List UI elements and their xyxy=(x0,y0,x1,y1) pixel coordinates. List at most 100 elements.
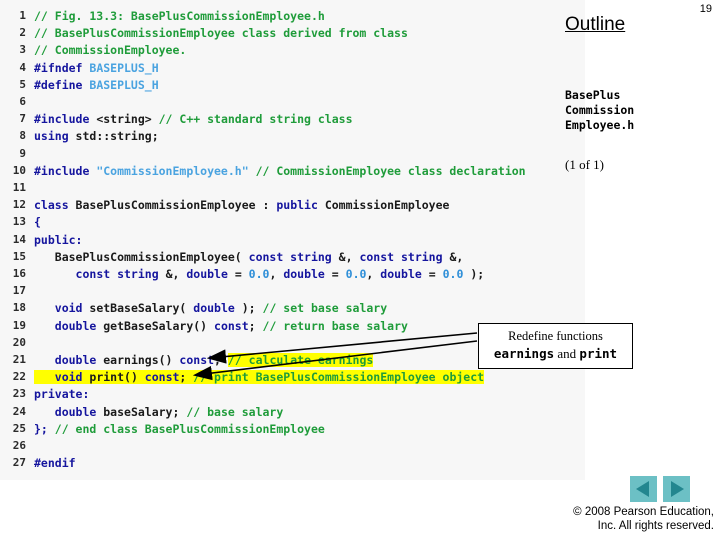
code-line-number: 15 xyxy=(12,249,26,263)
code-token: BasePlusCommissionEmployee : xyxy=(75,198,277,213)
code-token: #include xyxy=(34,163,97,178)
code-line: 8 using std::string; xyxy=(0,127,585,145)
code-token: #include xyxy=(34,112,97,127)
code-token: double xyxy=(380,267,429,281)
code-line-text: double getBaseSalary() const; // return … xyxy=(34,317,408,335)
copyright-notice: © 2008 Pearson Education, Inc. All right… xyxy=(514,505,714,533)
code-line: 24 double baseSalary; // base salary xyxy=(0,403,585,421)
code-line-text: #ifndef BASEPLUS_H xyxy=(34,59,159,77)
code-token: // Fig. 13.3: BasePlusCommissionEmployee… xyxy=(34,9,325,23)
code-token: ); xyxy=(241,301,263,316)
code-token: &, xyxy=(338,249,360,264)
callout-function-print: print xyxy=(579,346,618,361)
code-line: 7 #include <string> // C++ standard strin… xyxy=(0,110,585,128)
code-token: = xyxy=(234,267,249,281)
code-line-text: class BasePlusCommissionEmployee : publi… xyxy=(34,196,449,214)
code-line-text: #include "CommissionEmployee.h" // Commi… xyxy=(34,162,526,180)
code-line-number: 27 xyxy=(12,456,26,470)
code-line-number: 7 xyxy=(19,112,26,126)
code-line-number: 3 xyxy=(19,43,26,57)
outline-filename: BasePlus Commission Employee.h xyxy=(565,88,715,133)
code-line-number: 10 xyxy=(12,163,26,177)
code-line-text: private: xyxy=(34,385,89,403)
code-token: const string xyxy=(248,249,339,264)
code-line-text: void print() const; // print BasePlusCom… xyxy=(34,368,485,386)
code-token: BASEPLUS_H xyxy=(89,60,159,75)
code-line-number: 2 xyxy=(19,26,26,40)
code-token: const xyxy=(144,370,180,385)
outline-page-count: (1 of 1) xyxy=(565,157,604,172)
callout-line-2: earnings and print xyxy=(479,346,632,362)
code-line: 16 const string &, double = 0.0, double … xyxy=(0,265,585,283)
code-line-number: 25 xyxy=(12,421,26,435)
code-line: 9 xyxy=(0,145,585,163)
code-token: "CommissionEmployee.h" xyxy=(96,163,249,178)
code-token: getBaseSalary() xyxy=(103,318,215,333)
next-slide-button[interactable] xyxy=(663,476,690,502)
outline-filename-line-1: BasePlus xyxy=(565,88,621,102)
callout-function-earnings: earnings xyxy=(493,346,555,361)
code-token: // CommissionEmployee class declaration xyxy=(248,163,526,178)
code-token: double xyxy=(54,404,104,419)
code-line-text: double earnings() const; // calculate ea… xyxy=(34,351,374,369)
code-token: #define xyxy=(34,77,90,92)
code-token: double xyxy=(54,318,104,333)
code-token: // base salary xyxy=(186,404,284,419)
code-line: 12 class BasePlusCommissionEmployee : pub… xyxy=(0,196,585,214)
code-line-number: 5 xyxy=(19,77,26,91)
page-title-outline: Outline xyxy=(565,14,626,35)
code-token: &, xyxy=(449,249,464,264)
code-line-text: #endif xyxy=(34,454,76,472)
code-line: 27 #endif xyxy=(0,454,585,472)
code-token: double xyxy=(283,267,332,281)
code-token: = xyxy=(331,267,346,281)
previous-slide-button[interactable] xyxy=(630,476,657,502)
code-line-number: 8 xyxy=(19,129,26,143)
code-token: // print BasePlusCommissionEmployee obje… xyxy=(193,370,485,385)
code-token: void xyxy=(54,301,90,316)
code-token: double xyxy=(193,301,242,316)
code-token: double xyxy=(54,353,104,367)
code-token: ; xyxy=(248,318,263,333)
code-token: BASEPLUS_H xyxy=(89,77,159,92)
copyright-line-1: © 2008 Pearson Education, xyxy=(573,506,714,518)
code-token: , xyxy=(269,267,284,281)
code-token: // calculate earnings xyxy=(227,353,374,367)
code-line-text: // Fig. 13.3: BasePlusCommissionEmployee… xyxy=(34,7,325,25)
code-token: }; xyxy=(34,421,55,436)
code-line-number: 18 xyxy=(12,301,26,315)
code-token: earnings() xyxy=(103,353,180,367)
code-token: class xyxy=(34,198,76,213)
code-token: 0.0 xyxy=(345,267,367,281)
code-line: 13 { xyxy=(0,213,585,231)
code-line-number: 12 xyxy=(12,198,26,212)
code-listing-panel: 1 // Fig. 13.3: BasePlusCommissionEmploye… xyxy=(0,0,585,480)
code-line-number: 22 xyxy=(12,370,26,384)
page-number: 19 xyxy=(699,3,712,15)
code-line-text: #define BASEPLUS_H xyxy=(34,76,159,94)
code-line-number: 13 xyxy=(12,215,26,229)
code-token: = xyxy=(428,267,443,281)
code-token: baseSalary; xyxy=(103,404,187,419)
code-line: 23 private: xyxy=(0,385,585,403)
code-token: using xyxy=(34,129,76,144)
outline-filename-line-3: Employee.h xyxy=(565,118,635,132)
code-line: 6 xyxy=(0,93,585,111)
code-line-text: #include <string> // C++ standard string… xyxy=(34,110,353,128)
code-token: // return base salary xyxy=(262,318,408,333)
code-token: // end class BasePlusCommissionEmployee xyxy=(54,421,325,436)
code-line-text: // BasePlusCommissionEmployee class deri… xyxy=(34,24,408,42)
code-token: // CommissionEmployee. xyxy=(34,43,187,58)
code-token: ; xyxy=(214,353,228,367)
code-line: 11 xyxy=(0,179,585,197)
code-line: 26 xyxy=(0,437,585,455)
code-token: const string xyxy=(359,249,450,264)
triangle-right-icon xyxy=(671,481,684,497)
code-line-text: }; // end class BasePlusCommissionEmploy… xyxy=(34,420,325,438)
code-line: 10 #include "CommissionEmployee.h" // Com… xyxy=(0,162,585,180)
code-line: 5 #define BASEPLUS_H xyxy=(0,76,585,94)
code-token: public: xyxy=(34,232,83,247)
